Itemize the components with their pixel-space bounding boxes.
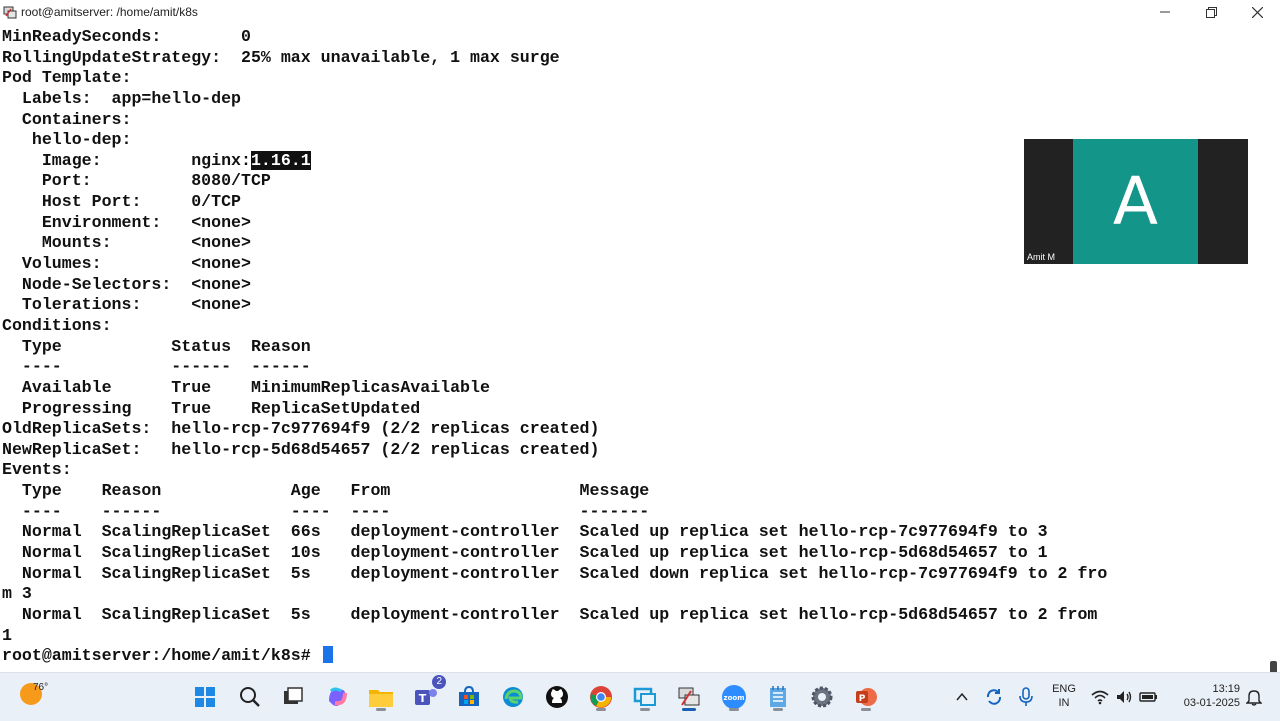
github-icon[interactable]	[541, 681, 573, 713]
remote-desktop-icon[interactable]	[629, 681, 661, 713]
terminal-line: Host Port: 0/TCP	[2, 192, 241, 212]
terminal-line: Type Reason Age From Message	[2, 481, 650, 501]
terminal-line: hello-dep:	[2, 130, 132, 150]
terminal-output[interactable]: MinReadySeconds: 0 RollingUpdateStrategy…	[0, 24, 1266, 672]
participant-name: Amit M	[1027, 252, 1055, 262]
notepad-icon[interactable]	[762, 681, 794, 713]
zoom-icon[interactable]: zoom	[718, 681, 750, 713]
terminal-line: Progressing True ReplicaSetUpdated	[2, 398, 421, 418]
clock-time: 13:19	[1212, 683, 1240, 695]
terminal-line: Conditions:	[2, 315, 112, 335]
minimize-button[interactable]	[1142, 0, 1188, 24]
minimize-icon	[1160, 11, 1170, 13]
terminal-line: NewReplicaSet: hello-rcp-5d68d54657 (2/2…	[2, 439, 600, 459]
terminal-line: m 3	[2, 584, 32, 604]
microsoft-store-icon[interactable]	[453, 681, 485, 713]
selected-text[interactable]: 1.16.1	[250, 150, 311, 170]
terminal-line: Normal ScalingReplicaSet 10s deployment-…	[2, 543, 1048, 563]
task-view-icon[interactable]	[277, 681, 309, 713]
terminal-line: Environment: <none>	[2, 212, 251, 232]
search-icon[interactable]	[234, 681, 266, 713]
terminal-line: RollingUpdateStrategy: 25% max unavailab…	[2, 47, 560, 67]
svg-text:P: P	[859, 694, 866, 704]
image-label: Image: nginx:	[2, 150, 251, 170]
chrome-icon[interactable]	[585, 681, 617, 713]
title-bar[interactable]: root@amitserver: /home/amit/k8s	[0, 0, 1280, 24]
copilot-icon[interactable]	[321, 681, 353, 713]
maximize-icon	[1205, 6, 1217, 18]
putty-icon	[3, 5, 17, 19]
close-button[interactable]	[1234, 0, 1280, 24]
taskbar: 76° T 2 zoom P ENG IN 13:19 03-01-2025	[0, 672, 1280, 721]
battery-icon	[1139, 692, 1157, 702]
notification-bell-icon[interactable]	[1242, 681, 1266, 713]
text-cursor	[322, 646, 333, 664]
shell-prompt: root@amitserver:/home/amit/k8s#	[2, 646, 321, 666]
terminal-line: Normal ScalingReplicaSet 5s deployment-c…	[2, 604, 1098, 624]
volume-icon	[1117, 691, 1132, 703]
window-title: root@amitserver: /home/amit/k8s	[21, 5, 198, 19]
participant-avatar: A	[1073, 139, 1198, 264]
terminal-line: Labels: app=hello-dep	[2, 88, 241, 108]
terminal-line: Containers:	[2, 109, 132, 129]
powerpoint-icon[interactable]: P	[850, 681, 882, 713]
svg-text:T: T	[419, 692, 427, 705]
terminal-scrollbar[interactable]	[1266, 24, 1280, 679]
terminal-line: Events:	[2, 460, 72, 480]
chevron-up-icon[interactable]	[946, 681, 978, 713]
wifi-icon	[1091, 690, 1109, 705]
language-indicator[interactable]: ENG IN	[1048, 682, 1080, 710]
video-call-overlay[interactable]: A Amit M	[1024, 139, 1248, 264]
terminal-line: OldReplicaSets: hello-rcp-7c977694f9 (2/…	[2, 419, 600, 439]
clock-date: 03-01-2025	[1183, 697, 1240, 709]
putty-icon[interactable]	[673, 681, 705, 713]
terminal-line: ---- ------ ------	[2, 357, 311, 377]
microphone-icon[interactable]	[1010, 681, 1042, 713]
terminal-line: Tolerations: <none>	[2, 295, 251, 315]
terminal-line: Normal ScalingReplicaSet 66s deployment-…	[2, 522, 1048, 542]
edge-icon[interactable]	[497, 681, 529, 713]
teams-notification-badge: 2	[432, 675, 446, 689]
clock[interactable]: 13:19 03-01-2025	[1170, 682, 1240, 710]
terminal-line: Pod Template:	[2, 68, 132, 88]
terminal-line: Port: 8080/TCP	[2, 171, 271, 191]
terminal-line: MinReadySeconds: 0	[2, 27, 251, 46]
teams-icon[interactable]: T 2	[410, 675, 446, 713]
terminal-line-image: Image: nginx:1.16.1	[2, 150, 1107, 172]
terminal-prompt-line[interactable]: root@amitserver:/home/amit/k8s#	[2, 646, 1107, 667]
language-secondary: IN	[1058, 697, 1070, 709]
maximize-button[interactable]	[1188, 0, 1234, 24]
weather-temp: 76°	[33, 682, 49, 693]
terminal-line: 1	[2, 625, 12, 645]
terminal-line: Available True MinimumReplicasAvailable	[2, 377, 490, 397]
file-explorer-icon[interactable]	[365, 681, 397, 713]
sync-icon[interactable]	[978, 681, 1010, 713]
terminal-line: Volumes: <none>	[2, 254, 251, 274]
terminal-line: Normal ScalingReplicaSet 5s deployment-c…	[2, 563, 1108, 583]
terminal-line: Node-Selectors: <none>	[2, 274, 251, 294]
terminal-line: ---- ------ ---- ---- -------	[2, 501, 650, 521]
settings-icon[interactable]	[806, 681, 838, 713]
terminal-line: Mounts: <none>	[2, 233, 251, 253]
system-tray-status[interactable]	[1085, 681, 1165, 713]
language-primary: ENG	[1052, 683, 1076, 695]
terminal-line: Type Status Reason	[2, 336, 311, 356]
windows-start-icon[interactable]	[189, 681, 221, 713]
svg-text:zoom: zoom	[724, 694, 745, 702]
close-icon	[1251, 6, 1263, 18]
